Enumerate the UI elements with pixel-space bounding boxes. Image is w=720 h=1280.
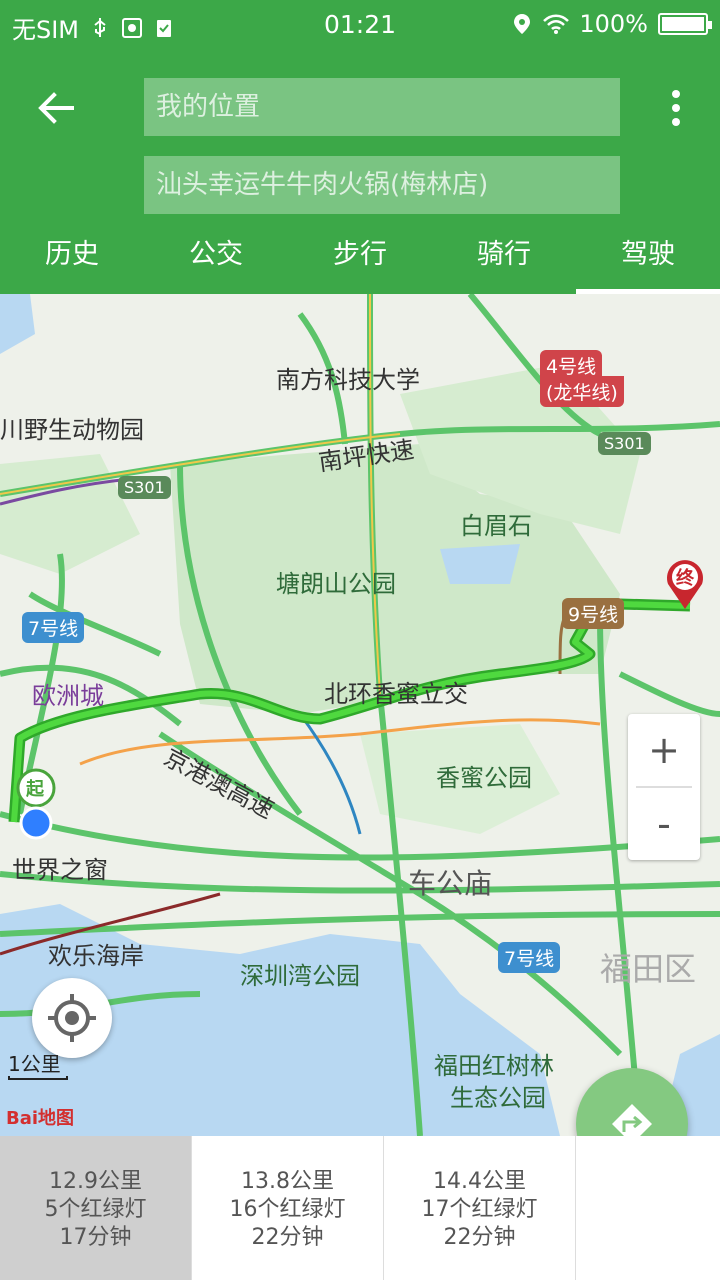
zoom-out-button[interactable]: -: [628, 788, 700, 860]
metro-badge-line9: 9号线: [562, 598, 625, 629]
start-location-input[interactable]: 我的位置: [144, 78, 620, 136]
baidu-map-logo: Bai地图: [6, 1108, 75, 1129]
route-lights: 17个红绿灯: [421, 1197, 538, 1222]
metro-badge-line7-west: 7号线: [22, 612, 85, 643]
route-distance: 13.8公里: [241, 1169, 334, 1194]
route-option-2[interactable]: 13.8公里 16个红绿灯 22分钟: [192, 1136, 384, 1280]
map-view[interactable]: 起 终 南方科技大学 川野生动物园 南坪快速 白眉石 塘朗山公园 欧洲城 北环香…: [0, 294, 720, 1136]
transport-mode-tabs: 历史 公交 步行 骑行 驾驶: [0, 228, 720, 294]
map-label-baimeishi: 白眉石: [460, 512, 532, 540]
zoom-in-button[interactable]: +: [628, 714, 700, 786]
route-time: 22分钟: [251, 1225, 324, 1250]
map-label-window: 世界之窗: [12, 856, 108, 884]
route-time: 22分钟: [443, 1225, 516, 1250]
tab-transit[interactable]: 公交: [144, 228, 288, 294]
end-marker-label: 终: [676, 568, 694, 589]
status-bar: 无SIM 01:21 100%: [0, 0, 720, 48]
map-label-beihuan: 北环香蜜立交: [324, 680, 468, 708]
map-scale-bar: [8, 1076, 68, 1080]
route-distance: 12.9公里: [49, 1169, 142, 1194]
back-arrow-icon[interactable]: [32, 84, 80, 132]
map-label-ouzhou: 欧洲城: [32, 682, 104, 710]
destination-input[interactable]: 汕头幸运牛牛肉火锅(梅林店): [144, 156, 620, 214]
tab-history[interactable]: 历史: [0, 228, 144, 294]
locate-crosshair-icon: [48, 994, 96, 1042]
road-badge-s301-west: S301: [118, 476, 171, 499]
wifi-icon: [543, 14, 570, 34]
map-label-mangrove-2: 生态公园: [450, 1084, 546, 1112]
metro-badge-line4-name: (龙华线): [540, 376, 624, 407]
metro-badge-line7-east: 7号线: [498, 942, 561, 973]
zoom-controls: + -: [628, 714, 700, 860]
route-header: 我的位置 汕头幸运牛牛肉火锅(梅林店) 历史 公交 步行 骑行 驾驶: [0, 48, 720, 294]
route-options-filler: [576, 1136, 720, 1280]
route-option-1[interactable]: 12.9公里 5个红绿灯 17分钟: [0, 1136, 192, 1280]
tab-walk[interactable]: 步行: [288, 228, 432, 294]
road-badge-s301-east: S301: [598, 432, 651, 455]
map-label-xiangmi: 香蜜公园: [436, 764, 532, 792]
map-scale-label: 1公里: [8, 1052, 61, 1076]
map-label-chegongmiao: 车公庙: [408, 867, 493, 900]
route-time: 17分钟: [59, 1225, 132, 1250]
tab-drive[interactable]: 驾驶: [576, 228, 720, 294]
locate-button[interactable]: [32, 978, 112, 1058]
map-label-futian: 福田区: [600, 950, 697, 988]
map-label-happy-coast: 欢乐海岸: [48, 942, 144, 970]
route-lights: 5个红绿灯: [44, 1197, 147, 1222]
map-label-mangrove-1: 福田红树林: [434, 1052, 554, 1080]
more-options-icon[interactable]: [656, 84, 696, 132]
location-icon: [514, 14, 531, 34]
tab-bike[interactable]: 骑行: [432, 228, 576, 294]
battery-icon: [658, 13, 712, 35]
map-label-sustech: 南方科技大学: [276, 366, 420, 394]
route-lights: 16个红绿灯: [229, 1197, 346, 1222]
map-label-zoo: 川野生动物园: [0, 416, 144, 444]
map-label-tanglang: 塘朗山公园: [276, 570, 396, 598]
map-label-sz-bay: 深圳湾公园: [240, 962, 360, 990]
start-marker-label: 起: [26, 779, 44, 800]
route-option-3[interactable]: 14.4公里 17个红绿灯 22分钟: [384, 1136, 576, 1280]
route-distance: 14.4公里: [433, 1169, 526, 1194]
battery-percent: 100%: [579, 10, 648, 38]
route-options: 12.9公里 5个红绿灯 17分钟 13.8公里 16个红绿灯 22分钟 14.…: [0, 1136, 720, 1280]
